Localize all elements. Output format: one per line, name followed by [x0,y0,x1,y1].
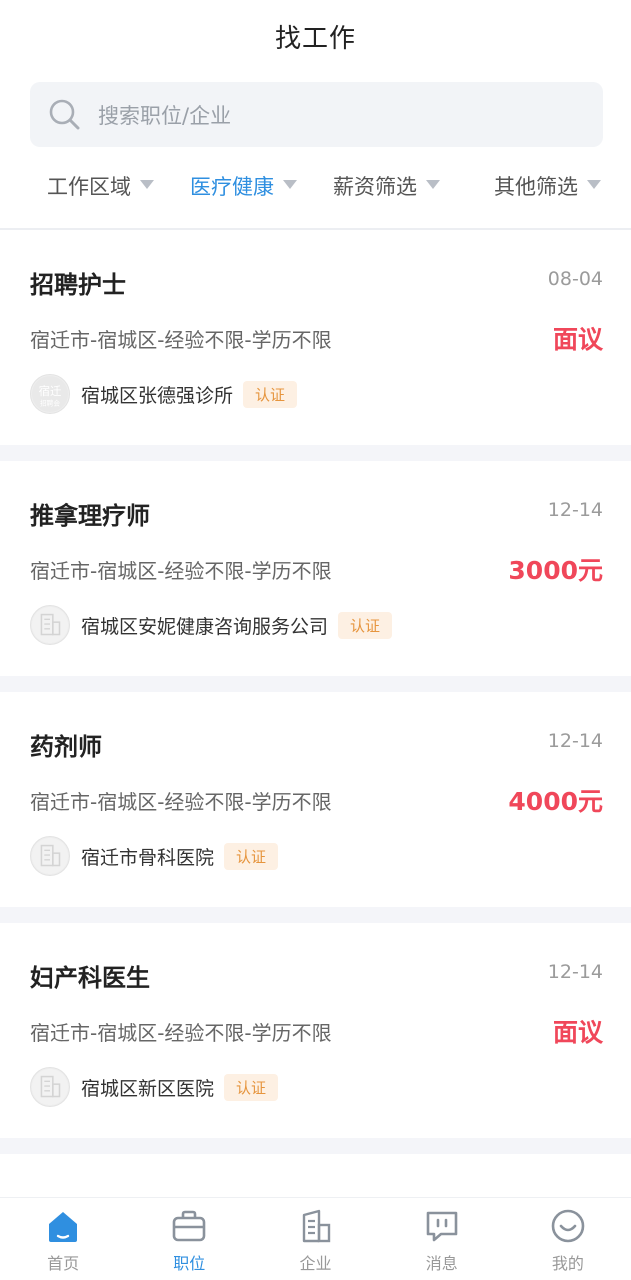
filter-label: 薪资筛选 [333,175,417,199]
svg-text:宿迁: 宿迁 [39,384,62,398]
job-list: 招聘护士 08-04 宿迁市-宿城区-经验不限-学历不限 面议 宿迁 招聘会 宿… [0,230,631,1214]
card-gap [0,1138,631,1154]
salary: 4000元 [508,787,603,816]
post-date: 12-14 [547,499,603,521]
search-bar[interactable]: 搜索职位/企业 [30,82,603,147]
filter-label: 其他筛选 [494,175,578,199]
job-title: 推拿理疗师 [30,502,150,530]
tab-company[interactable]: 企业 [252,1198,378,1280]
salary: 面议 [552,325,603,354]
caret-down-icon [283,179,297,189]
caret-down-icon [587,179,601,189]
tab-jobs[interactable]: 职位 [126,1198,252,1280]
bottom-tab-bar: 首页 职位 企业 消息 我的 [0,1197,631,1280]
company-row[interactable]: 宿城区新区医院 认证 [30,1066,279,1108]
briefcase-icon [170,1207,208,1245]
filter-salary[interactable]: 薪资筛选 [333,160,440,212]
job-title: 药剂师 [30,733,102,761]
job-card[interactable]: 药剂师 12-14 宿迁市-宿城区-经验不限-学历不限 4000元 宿迁市骨科医… [0,692,631,907]
company-row[interactable]: 宿迁 招聘会 宿城区张德强诊所 认证 [30,373,298,415]
tab-label: 企业 [299,1254,332,1273]
page-header: 找工作 [0,0,631,72]
company-name: 宿城区张德强诊所 [81,384,234,407]
building-logo-icon [30,605,70,645]
job-meta: 宿迁市-宿城区-经验不限-学历不限 [30,790,332,814]
verified-badge: 认证 [224,842,279,870]
caret-down-icon [140,179,154,189]
company-row[interactable]: 宿城区安妮健康咨询服务公司 认证 [30,604,393,646]
post-date: 12-14 [547,961,603,983]
svg-text:招聘会: 招聘会 [40,398,60,407]
tab-messages[interactable]: 消息 [379,1198,505,1280]
job-card[interactable]: 推拿理疗师 12-14 宿迁市-宿城区-经验不限-学历不限 3000元 宿城区安… [0,461,631,676]
verified-badge: 认证 [243,380,298,408]
tab-label: 我的 [551,1254,584,1273]
search-icon [48,98,82,132]
company-name: 宿城区安妮健康咨询服务公司 [81,615,329,638]
salary: 面议 [552,1018,603,1047]
card-gap [0,907,631,923]
filter-bar: 工作区域 医疗健康 薪资筛选 其他筛选 [0,160,631,212]
tab-label: 首页 [47,1254,80,1273]
home-icon [44,1207,82,1245]
filter-other[interactable]: 其他筛选 [494,160,601,212]
verified-badge: 认证 [338,611,393,639]
filter-label: 医疗健康 [190,175,274,199]
building-icon [297,1207,335,1245]
building-logo-icon [30,836,70,876]
company-name: 宿迁市骨科医院 [81,846,215,869]
filter-label: 工作区域 [47,175,131,199]
filter-industry[interactable]: 医疗健康 [190,160,297,212]
job-meta: 宿迁市-宿城区-经验不限-学历不限 [30,1021,332,1045]
card-gap [0,445,631,461]
tab-label: 职位 [173,1254,206,1273]
post-date: 08-04 [547,268,603,290]
job-title: 妇产科医生 [30,964,150,992]
company-name: 宿城区新区医院 [81,1077,215,1100]
filter-work-area[interactable]: 工作区域 [47,160,154,212]
job-card[interactable]: 妇产科医生 12-14 宿迁市-宿城区-经验不限-学历不限 面议 宿城区新区医院… [0,923,631,1138]
tab-home[interactable]: 首页 [0,1198,126,1280]
company-logo: 宿迁 招聘会 [30,374,70,414]
salary: 3000元 [508,556,603,585]
job-title: 招聘护士 [30,271,126,299]
page-title: 找工作 [274,23,356,54]
caret-down-icon [426,179,440,189]
verified-badge: 认证 [224,1073,279,1101]
profile-icon [549,1207,587,1245]
post-date: 12-14 [547,730,603,752]
tab-label: 消息 [425,1254,458,1273]
company-row[interactable]: 宿迁市骨科医院 认证 [30,835,279,877]
job-meta: 宿迁市-宿城区-经验不限-学历不限 [30,559,332,583]
message-icon [423,1207,461,1245]
job-meta: 宿迁市-宿城区-经验不限-学历不限 [30,328,332,352]
card-gap [0,676,631,692]
building-logo-icon [30,1067,70,1107]
tab-profile[interactable]: 我的 [505,1198,631,1280]
search-input[interactable]: 搜索职位/企业 [98,100,231,130]
job-card[interactable]: 招聘护士 08-04 宿迁市-宿城区-经验不限-学历不限 面议 宿迁 招聘会 宿… [0,230,631,445]
